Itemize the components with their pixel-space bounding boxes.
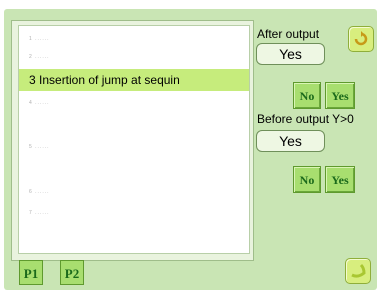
before-output-yes-button[interactable]: Yes	[325, 166, 355, 193]
after-output-label: After output	[257, 27, 320, 41]
before-output-label: Before output Y>0	[257, 112, 354, 126]
screen: 1 ...... 2 ...... 3 Insertion of jump at…	[0, 0, 383, 290]
item-list[interactable]: 1 ...... 2 ...... 3 Insertion of jump at…	[18, 25, 250, 254]
before-output-no-button[interactable]: No	[293, 166, 321, 193]
before-output-value: Yes	[256, 130, 325, 152]
list-item[interactable]: 4 ......	[19, 92, 249, 114]
after-output-yes-button[interactable]: Yes	[325, 82, 355, 109]
back-button[interactable]	[345, 258, 371, 284]
list-item[interactable]: 7 ......	[19, 202, 249, 224]
list-item[interactable]: 2 ......	[19, 46, 249, 68]
after-output-no-button[interactable]: No	[293, 82, 321, 109]
back-icon	[351, 263, 366, 278]
confirm-icon	[354, 31, 368, 46]
confirm-button[interactable]	[348, 26, 374, 52]
list-item-selected[interactable]: 3 Insertion of jump at sequin	[19, 69, 249, 91]
list-item[interactable]: 6 ......	[19, 181, 249, 203]
list-item[interactable]: 5 ......	[19, 136, 249, 158]
after-output-value: Yes	[256, 43, 325, 65]
page-tab-p2[interactable]: P2	[60, 260, 84, 285]
page-tab-p1[interactable]: P1	[19, 260, 43, 285]
